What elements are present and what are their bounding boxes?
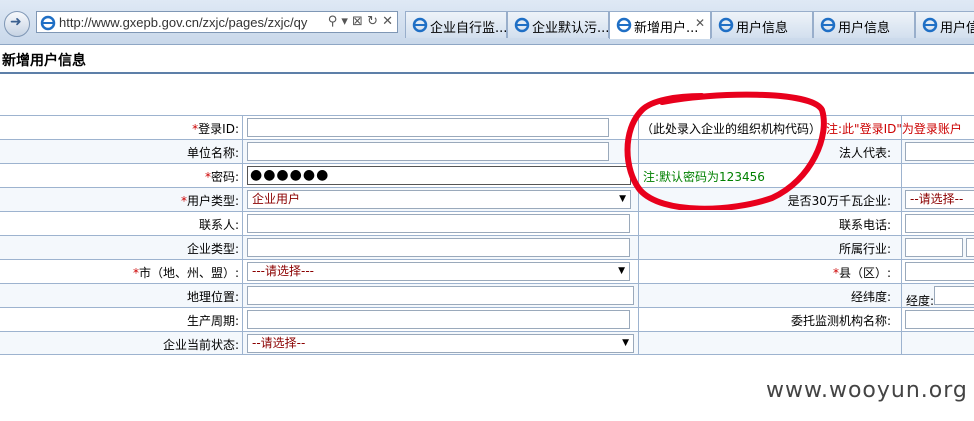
form-row-city: *市（地、州、盟）: ---请选择--- ▼ *县（区）: [0, 259, 974, 283]
contact-label: 联系人: [198, 218, 239, 232]
form-row-company-type: 企业类型: 所属行业: [0, 235, 974, 259]
status-select[interactable]: --请选择-- ▼ [247, 334, 634, 353]
password-note: 注:默认密码为123456 [643, 170, 765, 184]
browser-toolbar: ➜ http://www.gxepb.gov.cn/zxjc/pages/zxj… [0, 0, 974, 45]
ie-tab-icon [922, 17, 938, 33]
county-label: *县（区）: [832, 266, 891, 280]
company-name-label: 单位名称: [186, 146, 239, 160]
password-label: *密码: [204, 170, 239, 184]
grid-line [242, 115, 243, 355]
title-divider [0, 72, 974, 74]
production-cycle-label: 生产周期: [186, 314, 239, 328]
industry-button[interactable] [966, 238, 974, 257]
tab-label: 企业自行监... [430, 21, 508, 36]
page-title: 新增用户信息 [2, 53, 86, 69]
tab-close-icon[interactable]: ✕ [695, 16, 705, 30]
back-arrow-icon: ➜ [10, 14, 22, 30]
grid-line [638, 115, 639, 355]
form-row-company-name: 单位名称: 法人代表: [0, 139, 974, 163]
city-select[interactable]: ---请选择--- ▼ [247, 262, 630, 281]
lat-lng-label: 经纬度: [850, 290, 891, 304]
legal-rep-label: 法人代表: [838, 146, 891, 160]
form-row-production-cycle: 生产周期: 委托监测机构名称: [0, 307, 974, 331]
industry-input[interactable] [905, 238, 963, 257]
company-type-input[interactable] [247, 238, 630, 257]
ie-tab-icon [514, 17, 530, 33]
production-cycle-input[interactable] [247, 310, 630, 329]
tab-label: 企业默认污... [532, 21, 610, 36]
county-select[interactable] [905, 262, 974, 281]
browser-tab-2[interactable]: 企业默认污... [507, 11, 609, 38]
user-type-select[interactable]: 企业用户 ▼ [247, 190, 631, 209]
is-300mw-select[interactable]: --请选择-- [905, 190, 974, 209]
longitude-input[interactable] [934, 286, 974, 305]
ie-tab-icon [820, 17, 836, 33]
user-type-label: *用户类型: [180, 194, 239, 208]
form-row-login-id: *登录ID: （此处录入企业的组织机构代码） 注:此"登录ID"为登录账户 [0, 115, 974, 139]
back-button[interactable]: ➜ [4, 11, 30, 37]
org-code-hint: （此处录入企业的组织机构代码） [641, 122, 822, 136]
tab-label: 用户信息 [736, 21, 789, 36]
address-bar[interactable]: http://www.gxepb.gov.cn/zxjc/pages/zxjc/… [36, 11, 398, 33]
browser-tab-4[interactable]: 用户信息 [711, 11, 813, 38]
monitoring-agency-input[interactable] [905, 310, 974, 329]
phone-input[interactable] [905, 214, 974, 233]
form-row-status: 企业当前状态: --请选择-- ▼ [0, 331, 974, 355]
tab-label: 用户信息 [838, 21, 891, 36]
address-tools-icons[interactable]: ⚲ ▾ ⊠ ↻ ✕ [328, 14, 393, 29]
login-id-input[interactable] [247, 118, 609, 137]
monitoring-agency-label: 委托监测机构名称: [790, 314, 891, 328]
phone-label: 联系电话: [838, 218, 891, 232]
ie-tab-icon [412, 17, 428, 33]
login-id-label: *登录ID: [192, 122, 239, 136]
browser-tab-5[interactable]: 用户信息 [813, 11, 915, 38]
status-label: 企业当前状态: [162, 338, 239, 352]
contact-input[interactable] [247, 214, 630, 233]
ie-page-icon [40, 15, 56, 31]
form-row-user-type: *用户类型: 企业用户 ▼ 是否30万千瓦企业: --请选择-- [0, 187, 974, 211]
login-id-note: 注:此"登录ID"为登录账户 [826, 122, 962, 136]
industry-label: 所属行业: [838, 242, 891, 256]
password-input[interactable]: ●●●●●● [247, 166, 631, 185]
legal-rep-input[interactable] [905, 142, 974, 161]
is-300mw-label: 是否30万千瓦企业: [787, 194, 891, 208]
ie-tab-icon [718, 17, 734, 33]
browser-tab-active[interactable]: 新增用户... ✕ [609, 11, 711, 39]
form-row-location: 地理位置: 经纬度: 经度: [0, 283, 974, 308]
dropdown-arrow-icon: ▼ [619, 194, 626, 204]
company-name-input[interactable] [247, 142, 609, 161]
location-label: 地理位置: [186, 290, 239, 304]
grid-line [901, 115, 902, 355]
city-label: *市（地、州、盟）: [132, 266, 239, 280]
ie-tab-icon [616, 17, 632, 33]
browser-tab-1[interactable]: 企业自行监... [405, 11, 507, 38]
company-type-label: 企业类型: [186, 242, 239, 256]
address-url[interactable]: http://www.gxepb.gov.cn/zxjc/pages/zxjc/… [59, 15, 329, 30]
tab-label: 用户信息 [940, 21, 974, 36]
tab-label: 新增用户... [634, 21, 699, 36]
dropdown-arrow-icon: ▼ [618, 266, 625, 276]
form-row-password: *密码: ●●●●●● 注:默认密码为123456 [0, 163, 974, 187]
watermark-text: www.wooyun.org [766, 378, 968, 403]
form-row-contact: 联系人: 联系电话: [0, 211, 974, 235]
browser-tab-6[interactable]: 用户信息 [915, 11, 974, 38]
dropdown-arrow-icon: ▼ [622, 338, 629, 348]
location-input[interactable] [247, 286, 634, 305]
